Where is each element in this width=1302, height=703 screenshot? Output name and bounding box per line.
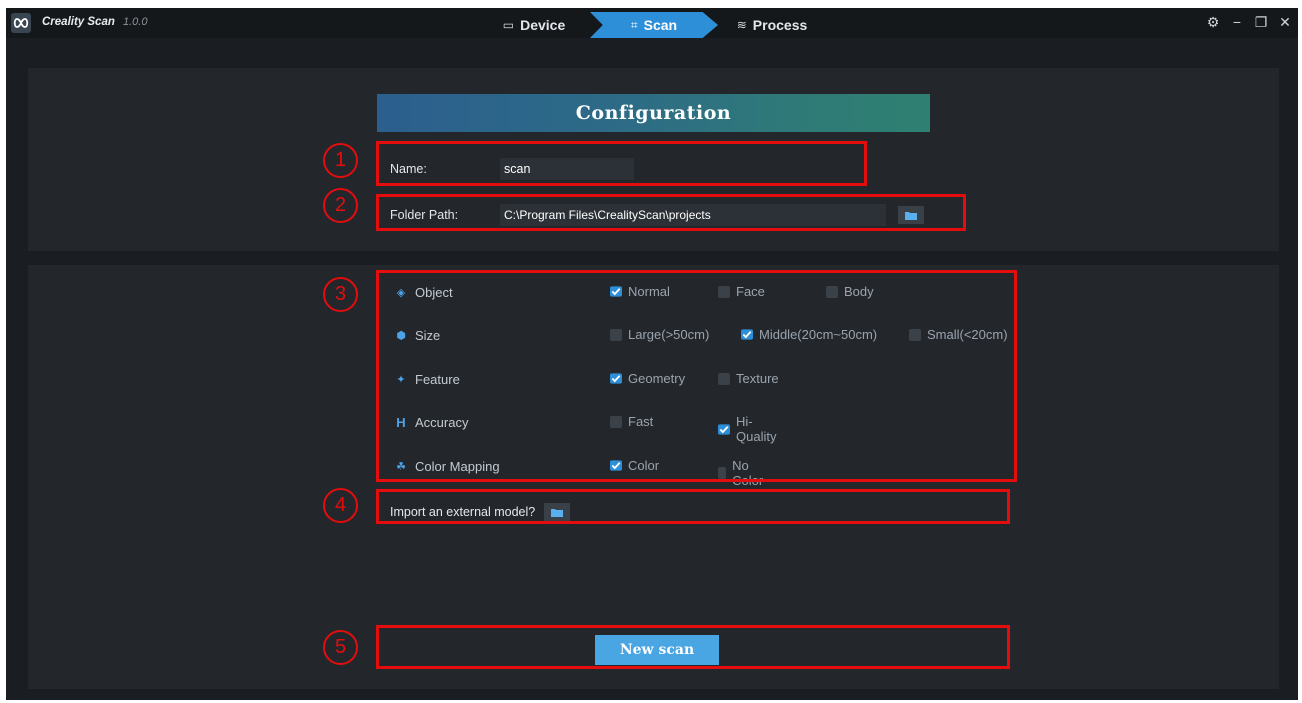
tab-device[interactable]: ▭ Device [473,12,595,38]
title-bar: Creality Scan 1.0.0 ▭ Device ≋ Process ⌗… [6,8,1298,38]
annotation-number-4: 4 [323,488,358,523]
close-icon[interactable]: ✕ [1278,14,1292,30]
annotation-number-1: 1 [323,143,358,178]
tab-device-label: Device [520,17,566,33]
annotation-box-1 [376,141,867,186]
annotation-number-3: 3 [323,277,358,312]
annotation-box-4 [376,489,1010,524]
app-window: Creality Scan 1.0.0 ▭ Device ≋ Process ⌗… [6,8,1298,700]
minimize-icon[interactable]: − [1230,14,1244,30]
app-logo-icon [11,13,31,33]
window-controls: ⚙ − ❐ ✕ [1206,14,1292,30]
tab-process[interactable]: ≋ Process [711,12,833,38]
annotation-number-2: 2 [323,188,358,223]
tab-scan[interactable]: ⌗ Scan [590,12,718,38]
annotation-box-3 [376,270,1017,482]
annotation-box-2 [376,194,966,231]
configuration-title: Configuration [575,102,732,124]
restore-icon[interactable]: ❐ [1254,14,1268,30]
gear-icon[interactable]: ⚙ [1206,14,1220,30]
device-icon: ▭ [502,18,515,32]
scan-icon: ⌗ [630,17,638,32]
app-version: 1.0.0 [123,16,148,28]
workflow-tabs: ▭ Device ≋ Process ⌗ Scan [473,12,833,38]
annotation-box-5 [376,625,1010,669]
configuration-banner: Configuration [377,94,930,132]
tab-process-label: Process [752,17,808,33]
app-name: Creality Scan [42,16,115,28]
annotation-number-5: 5 [323,630,358,665]
layers-icon: ≋ [736,18,747,32]
tab-scan-label: Scan [643,17,678,33]
